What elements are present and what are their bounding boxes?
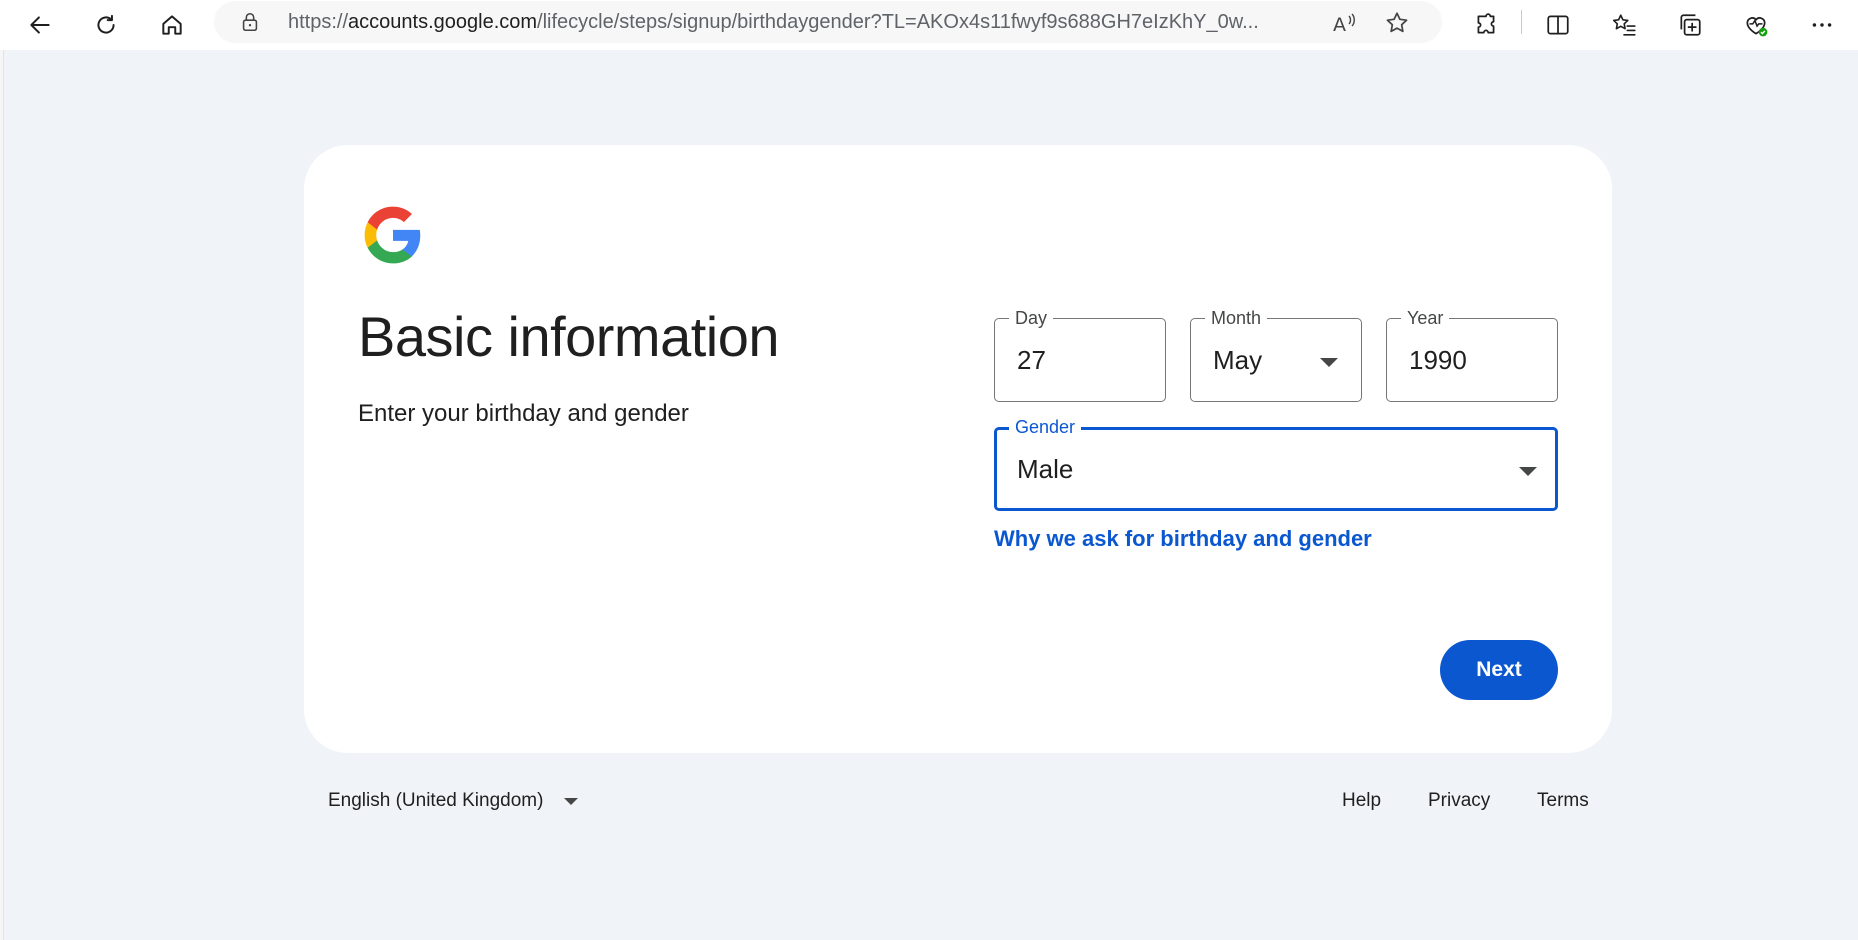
gender-select[interactable]: Gender Male (994, 416, 1558, 511)
refresh-button[interactable] (86, 5, 126, 45)
year-label: Year (1401, 307, 1450, 329)
year-field[interactable]: Year 1990 (1386, 307, 1558, 402)
url-path: /lifecycle/steps/signup/birthdaygender?T… (537, 11, 1259, 33)
privacy-link[interactable]: Privacy (1428, 790, 1490, 812)
url-prefix: https:// (288, 11, 349, 33)
read-aloud-icon[interactable]: A (1332, 10, 1358, 36)
toolbar-divider (1521, 10, 1522, 34)
home-button[interactable] (152, 5, 192, 45)
back-button[interactable] (20, 5, 60, 45)
why-birthday-gender-link[interactable]: Why we ask for birthday and gender (994, 526, 1372, 552)
chevron-down-icon[interactable] (564, 798, 578, 805)
day-value[interactable]: 27 (1017, 345, 1046, 375)
split-screen-button[interactable] (1538, 5, 1578, 45)
home-icon (162, 15, 182, 35)
refresh-icon (97, 14, 115, 34)
favorites-icon (1612, 14, 1636, 36)
favorites-button[interactable] (1604, 5, 1644, 45)
browser-essentials-button[interactable] (1736, 5, 1776, 45)
chevron-down-icon (1519, 467, 1537, 476)
collections-button[interactable] (1670, 5, 1710, 45)
extensions-icon (1477, 13, 1495, 34)
day-label: Day (1009, 307, 1054, 329)
month-value[interactable]: May (1213, 345, 1262, 375)
page-edge (0, 50, 4, 940)
collections-icon (1680, 14, 1701, 36)
page-subtitle: Enter your birthday and gender (358, 400, 689, 427)
svg-text:A: A (1333, 14, 1346, 36)
day-field[interactable]: Day 27 (994, 307, 1166, 402)
chevron-down-icon (1320, 358, 1338, 367)
month-select[interactable]: Month May (1190, 307, 1362, 402)
google-logo-icon (364, 206, 421, 264)
url-host: accounts.google.com (348, 11, 538, 33)
terms-link[interactable]: Terms (1537, 790, 1589, 812)
favorite-star-icon[interactable] (1384, 10, 1410, 36)
url-text[interactable]: https://accounts.google.com/lifecycle/st… (288, 11, 1510, 34)
month-label: Month (1205, 307, 1268, 329)
extensions-button[interactable] (1466, 5, 1506, 45)
split-screen-icon (1547, 15, 1569, 35)
lock-icon[interactable] (238, 10, 262, 34)
back-icon (30, 16, 50, 34)
page-title: Basic information (358, 305, 780, 368)
gender-label: Gender (1009, 416, 1082, 438)
year-value[interactable]: 1990 (1409, 345, 1467, 375)
more-button[interactable] (1802, 5, 1842, 45)
browser-essentials-icon (1746, 17, 1768, 37)
help-link[interactable]: Help (1342, 790, 1381, 812)
more-icon (1812, 23, 1832, 27)
gender-value[interactable]: Male (1017, 454, 1073, 484)
language-selector[interactable]: English (United Kingdom) (328, 790, 543, 812)
address-bar[interactable]: https://accounts.google.com/lifecycle/st… (214, 1, 1442, 43)
next-button[interactable]: Next (1440, 640, 1558, 700)
browser-toolbar: https://accounts.google.com/lifecycle/st… (0, 0, 1858, 50)
